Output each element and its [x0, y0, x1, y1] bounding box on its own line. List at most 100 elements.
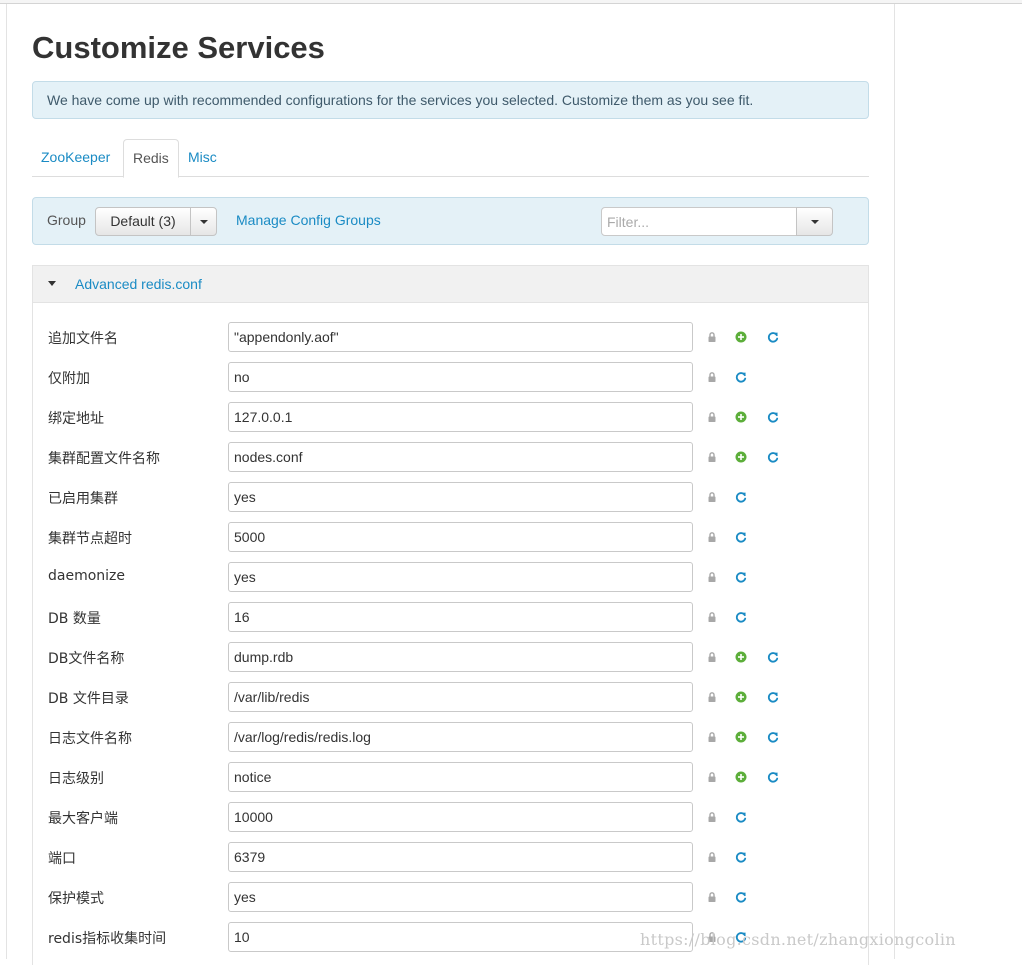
lock-icon[interactable] [705, 850, 719, 864]
info-alert: We have come up with recommended configu… [32, 81, 869, 119]
refresh-icon[interactable] [766, 410, 780, 424]
config-value-input[interactable] [228, 362, 693, 392]
lock-icon[interactable] [705, 450, 719, 464]
tab-misc[interactable]: Misc [179, 139, 226, 177]
config-label: 最大客户端 [48, 811, 118, 827]
config-value-input[interactable] [228, 562, 693, 592]
manage-config-groups-link[interactable]: Manage Config Groups [236, 212, 381, 228]
lock-icon[interactable] [705, 730, 719, 744]
config-row: DB 数量 [33, 602, 868, 642]
lock-icon[interactable] [705, 890, 719, 904]
refresh-icon[interactable] [734, 530, 748, 544]
group-dropdown-toggle[interactable] [190, 207, 217, 236]
group-select-button[interactable]: Default (3) [95, 207, 191, 236]
lock-icon[interactable] [705, 330, 719, 344]
config-value-input[interactable] [228, 922, 693, 952]
config-value-input[interactable] [228, 322, 693, 352]
plus-circle-icon[interactable] [734, 650, 748, 664]
watermark: https://blog.csdn.net/zhangxiongcolin [640, 930, 956, 949]
config-value-input[interactable] [228, 602, 693, 632]
config-row: 日志级别 [33, 762, 868, 802]
lock-icon[interactable] [705, 530, 719, 544]
config-row: 端口 [33, 842, 868, 882]
config-value-input[interactable] [228, 802, 693, 832]
refresh-icon[interactable] [766, 330, 780, 344]
refresh-icon[interactable] [734, 570, 748, 584]
service-tabs: ZooKeeper Redis Misc [32, 139, 869, 178]
plus-circle-icon[interactable] [734, 730, 748, 744]
config-label: redis指标收集时间 [48, 931, 167, 947]
tab-zookeeper[interactable]: ZooKeeper [32, 139, 119, 177]
config-value-input[interactable] [228, 402, 693, 432]
config-label: 保护模式 [48, 891, 104, 907]
tab-redis[interactable]: Redis [123, 139, 179, 178]
lock-icon[interactable] [705, 810, 719, 824]
refresh-icon[interactable] [766, 730, 780, 744]
config-row: 最大客户端 [33, 802, 868, 842]
lock-icon[interactable] [705, 690, 719, 704]
refresh-icon[interactable] [734, 890, 748, 904]
caret-down-icon [810, 219, 819, 224]
config-label: 日志文件名称 [48, 731, 132, 747]
lock-icon[interactable] [705, 370, 719, 384]
lock-icon[interactable] [705, 650, 719, 664]
config-value-input[interactable] [228, 642, 693, 672]
refresh-icon[interactable] [766, 690, 780, 704]
caret-down-icon [199, 219, 208, 224]
refresh-icon[interactable] [734, 610, 748, 624]
plus-circle-icon[interactable] [734, 410, 748, 424]
refresh-icon[interactable] [734, 370, 748, 384]
config-row: 绑定地址 [33, 402, 868, 442]
config-value-input[interactable] [228, 522, 693, 552]
lock-icon[interactable] [705, 610, 719, 624]
plus-circle-icon[interactable] [734, 450, 748, 464]
refresh-icon[interactable] [766, 770, 780, 784]
config-label: 日志级别 [48, 771, 104, 787]
collapse-triangle-icon[interactable] [48, 281, 56, 286]
lock-icon[interactable] [705, 770, 719, 784]
config-value-input[interactable] [228, 482, 693, 512]
plus-circle-icon[interactable] [734, 330, 748, 344]
config-row: 集群配置文件名称 [33, 442, 868, 482]
page-title: Customize Services [32, 30, 325, 65]
config-label: 集群节点超时 [48, 531, 132, 547]
config-value-input[interactable] [228, 762, 693, 792]
config-label: 追加文件名 [48, 331, 118, 347]
config-row: DB文件名称 [33, 642, 868, 682]
config-row: 保护模式 [33, 882, 868, 922]
plus-circle-icon[interactable] [734, 770, 748, 784]
filter-dropdown-toggle[interactable] [796, 207, 833, 236]
refresh-icon[interactable] [734, 810, 748, 824]
plus-circle-icon[interactable] [734, 690, 748, 704]
config-label: daemonize [48, 568, 126, 584]
lock-icon[interactable] [705, 570, 719, 584]
refresh-icon[interactable] [734, 490, 748, 504]
refresh-icon[interactable] [766, 450, 780, 464]
config-label: 已启用集群 [48, 491, 118, 507]
config-rows: 追加文件名仅附加绑定地址集群配置文件名称已启用集群集群节点超时 daemonize… [33, 322, 868, 962]
refresh-icon[interactable] [766, 650, 780, 664]
config-value-input[interactable] [228, 722, 693, 752]
lock-icon[interactable] [705, 490, 719, 504]
config-row: 已启用集群 [33, 482, 868, 522]
config-label: 绑定地址 [48, 411, 104, 427]
section-title[interactable]: Advanced redis.conf [75, 276, 202, 292]
config-value-input[interactable] [228, 842, 693, 872]
config-label: DB 数量 [48, 611, 101, 627]
config-label: 集群配置文件名称 [48, 451, 160, 467]
config-label: DB 文件目录 [48, 691, 129, 707]
config-row: daemonize [33, 562, 868, 602]
config-value-input[interactable] [228, 882, 693, 912]
group-label: Group [47, 212, 86, 228]
config-value-input[interactable] [228, 442, 693, 472]
filter-input[interactable] [601, 207, 797, 236]
config-value-input[interactable] [228, 682, 693, 712]
refresh-icon[interactable] [734, 850, 748, 864]
config-row: DB 文件目录 [33, 682, 868, 722]
advanced-redis-conf-section: Advanced redis.conf 追加文件名仅附加绑定地址集群配置文件名称… [32, 265, 869, 965]
section-header[interactable]: Advanced redis.conf [33, 266, 868, 303]
lock-icon[interactable] [705, 410, 719, 424]
config-row: 集群节点超时 [33, 522, 868, 562]
config-label: 仅附加 [48, 371, 90, 387]
config-row: 日志文件名称 [33, 722, 868, 762]
